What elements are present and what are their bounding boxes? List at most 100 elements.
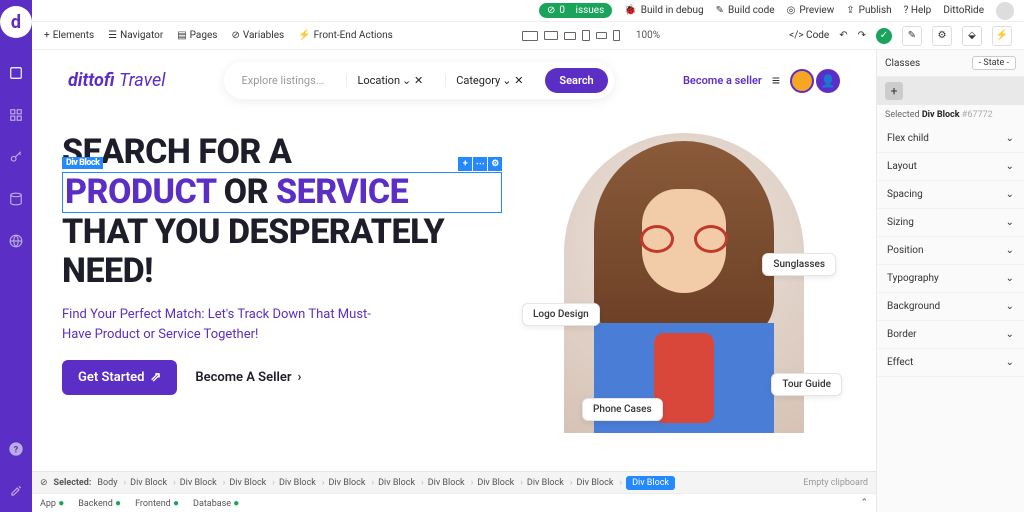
nav-avatar-user-icon[interactable]: 👤 xyxy=(816,69,840,93)
panel-section-flex-child[interactable]: Flex child⌄ xyxy=(877,125,1024,153)
chevron-down-icon: ⌄ xyxy=(1006,245,1014,256)
chevron-right-icon: › xyxy=(298,370,302,385)
panel-section-layout[interactable]: Layout⌄ xyxy=(877,153,1024,181)
status-frontend: Frontend ● xyxy=(135,498,179,509)
site-nav: dittofi Travel Explore listings... Locat… xyxy=(62,50,846,111)
external-link-icon: ⇗ xyxy=(150,370,161,385)
panel-section-background[interactable]: Background⌄ xyxy=(877,293,1024,321)
selection-tools: + ⋯ ⚙ xyxy=(458,157,502,171)
status-ok-icon: ✓ xyxy=(876,28,892,44)
issues-badge[interactable]: ⊘0 issues xyxy=(539,3,612,18)
frontend-actions-button[interactable]: ⚡ Front-End Actions xyxy=(298,30,393,41)
breadcrumb-item[interactable]: Div Block xyxy=(329,478,375,488)
dittofi-logo[interactable]: d xyxy=(0,6,32,38)
panel-section-effect[interactable]: Effect⌄ xyxy=(877,349,1024,377)
float-tour-guide[interactable]: Tour Guide xyxy=(771,373,842,396)
classes-header: Classes - State - xyxy=(877,50,1024,77)
nav-grid-icon[interactable] xyxy=(7,106,25,124)
publish-button[interactable]: ⇪ Publish xyxy=(846,5,891,16)
device-desktop-icon[interactable] xyxy=(522,31,538,41)
bolt-icon[interactable]: ⚡ xyxy=(992,26,1012,46)
help-button[interactable]: ? Help xyxy=(904,5,932,16)
undo-icon[interactable]: ↶ xyxy=(839,30,847,41)
device-phone-icon[interactable] xyxy=(613,30,620,41)
breadcrumb-item[interactable]: Div Block xyxy=(229,478,275,488)
panel-section-typography[interactable]: Typography⌄ xyxy=(877,265,1024,293)
nav-key-icon[interactable] xyxy=(7,148,25,166)
pages-button[interactable]: ▤ Pages xyxy=(177,30,217,41)
device-tablet-icon[interactable] xyxy=(582,30,590,41)
nav-avatar[interactable] xyxy=(790,69,814,93)
device-preview-group: 100% xyxy=(407,30,775,41)
site-brand[interactable]: dittofi Travel xyxy=(68,70,166,91)
nav-tools-icon[interactable] xyxy=(7,482,25,500)
droplet-icon[interactable]: ⬙ xyxy=(962,26,982,46)
status-database: Database ● xyxy=(193,498,239,509)
status-bar: App ● Backend ● Frontend ● Database ● ⌃ xyxy=(32,493,876,512)
menu-icon[interactable]: ≡ xyxy=(772,72,780,89)
breadcrumb-item[interactable]: Body xyxy=(97,478,126,488)
breadcrumb-item[interactable]: Div Block xyxy=(527,478,573,488)
svg-text:?: ? xyxy=(14,444,19,455)
chevron-down-icon: ⌄ xyxy=(1006,357,1014,368)
variables-button[interactable]: ⊘ Variables xyxy=(231,30,284,41)
breadcrumb-item[interactable]: Div Block xyxy=(378,478,424,488)
breadcrumb-item[interactable]: Div Block xyxy=(279,478,325,488)
nav-globe-icon[interactable] xyxy=(7,232,25,250)
become-seller-link[interactable]: Become a seller xyxy=(683,74,762,87)
selected-element[interactable]: Div Block + ⋯ ⚙ PRODUCT OR SERVICE xyxy=(62,172,502,213)
sel-add-icon[interactable]: + xyxy=(458,157,472,171)
float-phone-cases[interactable]: Phone Cases xyxy=(582,398,663,421)
preview-button[interactable]: ◎ Preview xyxy=(787,5,835,16)
chevron-down-icon: ⌄ xyxy=(1006,133,1014,144)
redo-icon[interactable]: ↷ xyxy=(858,30,866,41)
nav-help-icon[interactable]: ? xyxy=(7,440,25,458)
code-toggle[interactable]: </> Code xyxy=(789,30,829,41)
sel-gear-icon[interactable]: ⚙ xyxy=(488,157,502,171)
device-laptop-icon[interactable] xyxy=(544,31,558,40)
breadcrumb-item[interactable]: Div Block xyxy=(428,478,474,488)
product-name: DittoRide xyxy=(943,5,984,16)
panel-section-border[interactable]: Border⌄ xyxy=(877,321,1024,349)
float-logo-design[interactable]: Logo Design xyxy=(522,303,600,326)
breadcrumb-item[interactable]: Div Block xyxy=(180,478,226,488)
breadcrumb-item[interactable]: Div Block xyxy=(577,478,623,488)
canvas[interactable]: dittofi Travel Explore listings... Locat… xyxy=(32,50,876,512)
gear-icon[interactable]: ⚙ xyxy=(932,26,952,46)
hero-subtitle: Find Your Perfect Match: Let's Track Dow… xyxy=(62,305,372,344)
breadcrumb-item[interactable]: Div Block xyxy=(477,478,523,488)
hero-text: SEARCH FOR A Div Block + ⋯ ⚙ PRODUCT OR … xyxy=(62,133,502,433)
panel-section-spacing[interactable]: Spacing⌄ xyxy=(877,181,1024,209)
panel-section-sizing[interactable]: Sizing⌄ xyxy=(877,209,1024,237)
panel-section-position[interactable]: Position⌄ xyxy=(877,237,1024,265)
device-phone-l-icon[interactable] xyxy=(596,32,607,39)
become-seller-button[interactable]: Become A Seller › xyxy=(195,370,301,385)
selection-label: Div Block xyxy=(62,157,103,169)
search-input[interactable]: Explore listings... xyxy=(242,74,335,87)
filter-location[interactable]: Location⌄ ✕ xyxy=(346,74,433,87)
build-debug-button[interactable]: 🐞 Build in debug xyxy=(624,5,703,16)
selected-element-info: Selected Div Block #67772 xyxy=(877,105,1024,125)
navigator-button[interactable]: ☰ Navigator xyxy=(108,30,163,41)
add-class-row: + xyxy=(877,77,1024,105)
search-bar: Explore listings... Location⌄ ✕ Category… xyxy=(224,62,614,99)
nav-data-icon[interactable] xyxy=(7,190,25,208)
device-tablet-l-icon[interactable] xyxy=(564,32,576,40)
filter-category[interactable]: Category⌄ ✕ xyxy=(445,74,533,87)
state-select[interactable]: - State - xyxy=(972,56,1016,70)
nav-editor-icon[interactable] xyxy=(7,64,25,82)
add-class-button[interactable]: + xyxy=(885,82,903,100)
get-started-button[interactable]: Get Started ⇗ xyxy=(62,360,177,395)
style-panel: Classes - State - + Selected Div Block #… xyxy=(876,50,1024,512)
float-sunglasses[interactable]: Sunglasses xyxy=(762,253,836,276)
sel-more-icon[interactable]: ⋯ xyxy=(473,157,487,171)
breadcrumb-item[interactable]: Div Block xyxy=(626,476,675,490)
brush-icon[interactable]: ✎ xyxy=(902,26,922,46)
breadcrumb-item[interactable]: Div Block xyxy=(130,478,176,488)
zoom-level[interactable]: 100% xyxy=(636,30,660,41)
collapse-icon[interactable]: ⌃ xyxy=(860,498,868,508)
elements-button[interactable]: + Elements xyxy=(44,30,94,41)
user-avatar[interactable] xyxy=(996,2,1014,20)
build-code-button[interactable]: ✎ Build code xyxy=(716,5,775,16)
search-button[interactable]: Search xyxy=(545,68,607,93)
